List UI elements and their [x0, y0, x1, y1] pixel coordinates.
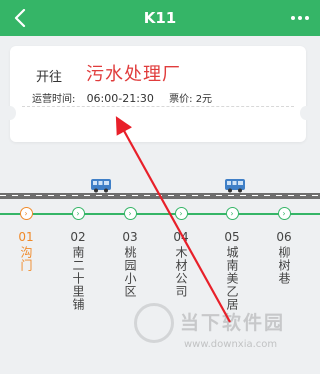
route-info-card: 开往 污水处理厂 运营时间: 06:00-21:30 票价: 2元 — [4, 46, 312, 142]
road-lane-marking — [0, 195, 320, 196]
stop-number: 05 — [224, 230, 240, 244]
page-title: K11 — [143, 9, 177, 27]
fare-price: 2元 — [195, 94, 213, 105]
stop-number: 04 — [173, 230, 189, 244]
stop-chevron-icon: › — [123, 207, 137, 220]
stop-name: 桃园小区 — [123, 246, 137, 298]
hours-label: 运营时间: — [32, 94, 76, 105]
more-button[interactable] — [288, 8, 312, 28]
stop-chevron-icon: › — [277, 207, 291, 220]
direction-label: 开往 — [36, 70, 63, 85]
operating-info: 运营时间: 06:00-21:30 票价: 2元 — [32, 90, 212, 105]
card-notch-left — [4, 106, 16, 120]
stop-chevron-icon: › — [19, 207, 33, 220]
watermark-url: www.downxia.com — [184, 339, 278, 350]
stop-number: 01 — [18, 230, 34, 244]
stop-chevron-icon: › — [71, 207, 85, 220]
stop-number: 02 — [70, 230, 86, 244]
stop-item[interactable]: › 05 城南美乙居 — [212, 207, 252, 311]
stop-chevron-icon: › — [174, 207, 188, 220]
stop-item[interactable]: › 04 木材公司 — [161, 207, 201, 298]
stop-number: 03 — [122, 230, 138, 244]
stop-item[interactable]: › 06 柳树巷 — [264, 207, 304, 285]
road-strip — [0, 193, 320, 199]
top-bar: K11 — [0, 0, 320, 36]
stop-name: 南二十里铺 — [71, 246, 85, 311]
card-notch-right — [300, 106, 312, 120]
price-label: 票价: — [169, 94, 193, 105]
bus-icon[interactable] — [224, 178, 246, 193]
watermark-text: 当下软件园 — [180, 312, 286, 334]
more-dots-icon — [291, 16, 295, 20]
card-divider — [22, 106, 294, 107]
operating-hours: 06:00-21:30 — [86, 92, 154, 105]
stop-item[interactable]: › 01 沟门 — [6, 207, 46, 272]
destination-name: 污水处理厂 — [86, 64, 181, 85]
stop-item[interactable]: › 03 桃园小区 — [110, 207, 150, 298]
stop-name: 柳树巷 — [277, 246, 291, 285]
stop-name: 木材公司 — [174, 246, 188, 298]
watermark-logo-icon — [134, 303, 174, 343]
bus-icon[interactable] — [90, 178, 112, 193]
stop-name: 沟门 — [19, 246, 33, 272]
stop-name: 城南美乙居 — [225, 246, 239, 311]
stop-number: 06 — [276, 230, 292, 244]
stop-item[interactable]: › 02 南二十里铺 — [58, 207, 98, 311]
stop-chevron-icon: › — [225, 207, 239, 220]
